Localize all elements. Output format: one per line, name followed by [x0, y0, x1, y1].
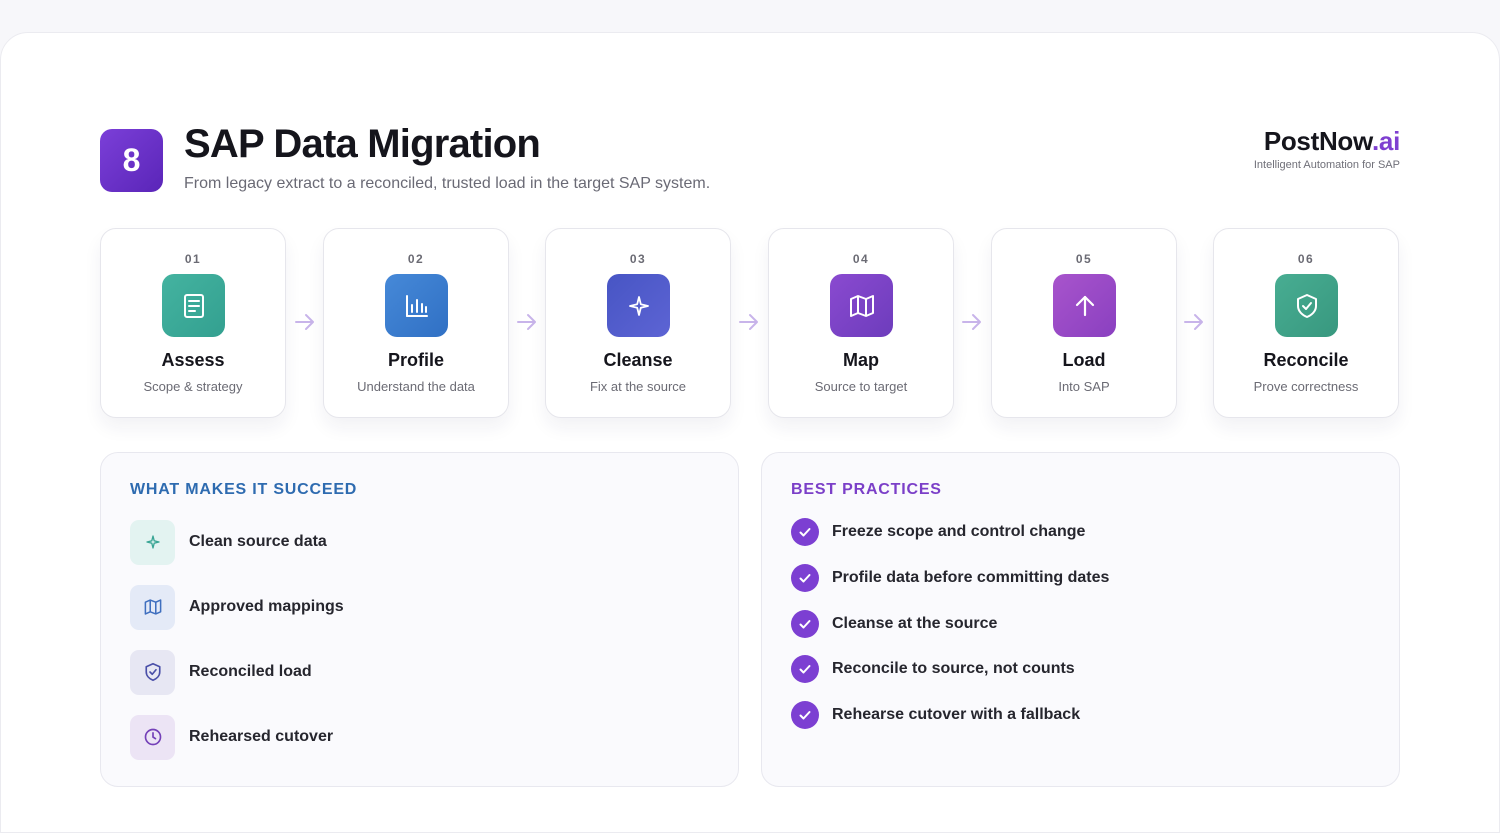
- list-item-label: Rehearse cutover with a fallback: [832, 706, 1081, 723]
- map-icon: [130, 584, 175, 630]
- panel-heading: BEST PRACTICES: [791, 481, 942, 498]
- shield-check-icon: [1275, 274, 1338, 337]
- arrow-right-icon: [962, 314, 981, 330]
- document-icon: [162, 274, 225, 337]
- step-subtitle: Prove correctness: [1253, 379, 1359, 394]
- section-number-badge: 8: [100, 129, 163, 192]
- step-number: 04: [852, 252, 870, 266]
- brand-name-suffix: .ai: [1371, 126, 1400, 156]
- check-icon: [791, 655, 819, 683]
- list-item: Approved mappings: [130, 584, 344, 630]
- step-title: Load: [1062, 350, 1106, 370]
- page-title: SAP Data Migration: [184, 122, 541, 166]
- step-subtitle: Understand the data: [357, 379, 475, 394]
- step-number: 01: [184, 252, 202, 266]
- step-subtitle: Source to target: [814, 379, 908, 394]
- step-card-cleanse: 03 Cleanse Fix at the source: [545, 228, 731, 418]
- brand-name-main: PostNow: [1263, 126, 1372, 156]
- clock-icon: [130, 714, 175, 760]
- list-item-label: Cleanse at the source: [832, 615, 998, 632]
- list-item-label: Freeze scope and control change: [832, 523, 1086, 540]
- step-number: 02: [407, 252, 425, 266]
- list-item: Profile data before committing dates: [791, 564, 1109, 592]
- arrow-right-icon: [739, 314, 758, 330]
- list-item-label: Rehearsed cutover: [189, 728, 334, 745]
- sparkle-icon: [130, 519, 175, 565]
- list-item: Cleanse at the source: [791, 610, 997, 638]
- step-number: 06: [1297, 252, 1315, 266]
- panel-heading: WHAT MAKES IT SUCCEED: [130, 481, 358, 498]
- check-icon: [791, 610, 819, 638]
- step-subtitle: Scope & strategy: [143, 379, 243, 394]
- step-title: Profile: [387, 350, 444, 370]
- process-steps: 01 Assess Scope & strategy 02 Profile Un…: [100, 228, 1400, 420]
- bar-chart-icon: [385, 274, 448, 337]
- list-item-label: Reconciled load: [189, 663, 312, 680]
- shield-check-icon: [130, 649, 175, 695]
- list-item: Rehearse cutover with a fallback: [791, 701, 1080, 729]
- step-title: Cleanse: [603, 350, 673, 370]
- list-item: Reconciled load: [130, 649, 312, 695]
- check-icon: [791, 518, 819, 546]
- list-item: Rehearsed cutover: [130, 714, 334, 760]
- brand-name: PostNow.ai: [1254, 126, 1400, 157]
- step-subtitle: Fix at the source: [589, 379, 687, 394]
- check-icon: [791, 701, 819, 729]
- list-item: Clean source data: [130, 519, 327, 565]
- step-card-assess: 01 Assess Scope & strategy: [100, 228, 286, 418]
- list-item: Freeze scope and control change: [791, 518, 1085, 546]
- step-card-map: 04 Map Source to target: [768, 228, 954, 418]
- arrow-right-icon: [295, 314, 314, 330]
- step-subtitle: Into SAP: [1058, 379, 1110, 394]
- step-title: Reconcile: [1263, 350, 1349, 370]
- page-subtitle: From legacy extract to a reconciled, tru…: [184, 175, 711, 192]
- arrow-right-icon: [1184, 314, 1203, 330]
- check-icon: [791, 564, 819, 592]
- step-card-profile: 02 Profile Understand the data: [323, 228, 509, 418]
- brand-logo: PostNow.ai Intelligent Automation for SA…: [1254, 126, 1400, 171]
- list-item-label: Reconcile to source, not counts: [832, 660, 1075, 677]
- step-title: Assess: [161, 350, 225, 370]
- list-item: Reconcile to source, not counts: [791, 655, 1075, 683]
- step-number: 03: [629, 252, 647, 266]
- step-card-load: 05 Load Into SAP: [991, 228, 1177, 418]
- list-item-label: Approved mappings: [189, 598, 344, 615]
- step-title: Map: [843, 350, 879, 370]
- arrow-up-icon: [1053, 274, 1116, 337]
- step-number: 05: [1075, 252, 1093, 266]
- best-practices-panel: BEST PRACTICES Freeze scope and control …: [761, 452, 1400, 787]
- step-card-reconcile: 06 Reconcile Prove correctness: [1213, 228, 1399, 418]
- list-item-label: Profile data before committing dates: [832, 569, 1110, 586]
- map-icon: [830, 274, 893, 337]
- success-factors-panel: WHAT MAKES IT SUCCEED Clean source data …: [100, 452, 739, 787]
- arrow-right-icon: [517, 314, 536, 330]
- list-item-label: Clean source data: [189, 533, 327, 550]
- brand-tagline: Intelligent Automation for SAP: [1253, 159, 1400, 171]
- sparkle-icon: [607, 274, 670, 337]
